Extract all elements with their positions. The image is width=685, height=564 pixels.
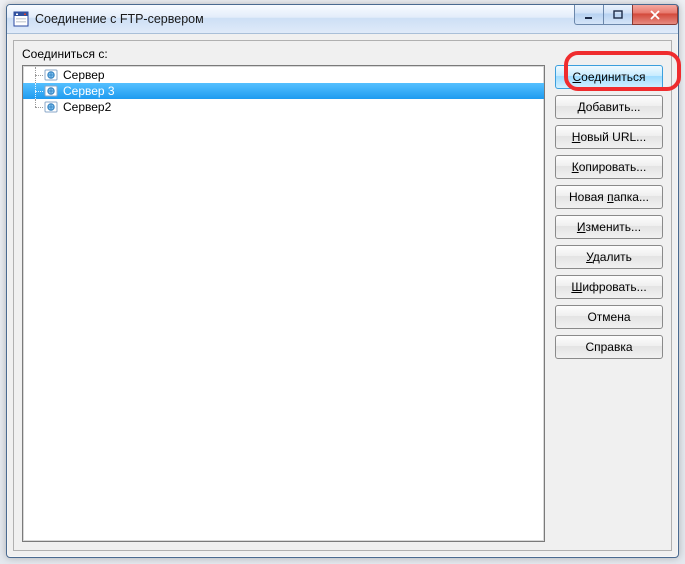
server-icon — [43, 67, 59, 83]
server-list-item[interactable]: Сервер — [23, 67, 544, 83]
edit-button[interactable]: Изменить... — [555, 215, 663, 239]
connect-to-label: Соединиться с: — [22, 47, 663, 61]
server-list[interactable]: СерверСервер 3Сервер2 — [22, 65, 545, 542]
add-button[interactable]: Добавить... — [555, 95, 663, 119]
tree-connector — [29, 99, 43, 115]
server-label: Сервер — [61, 67, 105, 83]
tree-connector — [29, 67, 43, 83]
dialog-client-area: Соединиться с: СерверСервер 3Сервер2 Сое… — [13, 40, 672, 551]
close-button[interactable] — [632, 5, 678, 25]
button-panel: Соединиться Добавить... Новый URL... Коп… — [555, 65, 663, 542]
new-folder-button[interactable]: Новая папка... — [555, 185, 663, 209]
copy-button[interactable]: Копировать... — [555, 155, 663, 179]
server-label: Сервер2 — [61, 99, 111, 115]
titlebar[interactable]: Соединение с FTP-сервером — [7, 5, 678, 34]
window-controls — [575, 5, 678, 33]
minimize-button[interactable] — [574, 5, 604, 25]
encrypt-button[interactable]: Шифровать... — [555, 275, 663, 299]
window-title: Соединение с FTP-сервером — [35, 12, 575, 26]
server-list-item[interactable]: Сервер2 — [23, 99, 544, 115]
dialog-window: Соединение с FTP-сервером Соединиться с:… — [6, 4, 679, 558]
server-icon — [43, 83, 59, 99]
server-list-item[interactable]: Сервер 3 — [23, 83, 544, 99]
app-icon — [13, 11, 29, 27]
help-button[interactable]: Справка — [555, 335, 663, 359]
cancel-button[interactable]: Отмена — [555, 305, 663, 329]
server-icon — [43, 99, 59, 115]
delete-button[interactable]: Удалить — [555, 245, 663, 269]
maximize-button[interactable] — [603, 5, 633, 25]
tree-connector — [29, 83, 43, 99]
server-label: Сервер 3 — [61, 83, 115, 99]
new-url-button[interactable]: Новый URL... — [555, 125, 663, 149]
connect-button[interactable]: Соединиться — [555, 65, 663, 89]
